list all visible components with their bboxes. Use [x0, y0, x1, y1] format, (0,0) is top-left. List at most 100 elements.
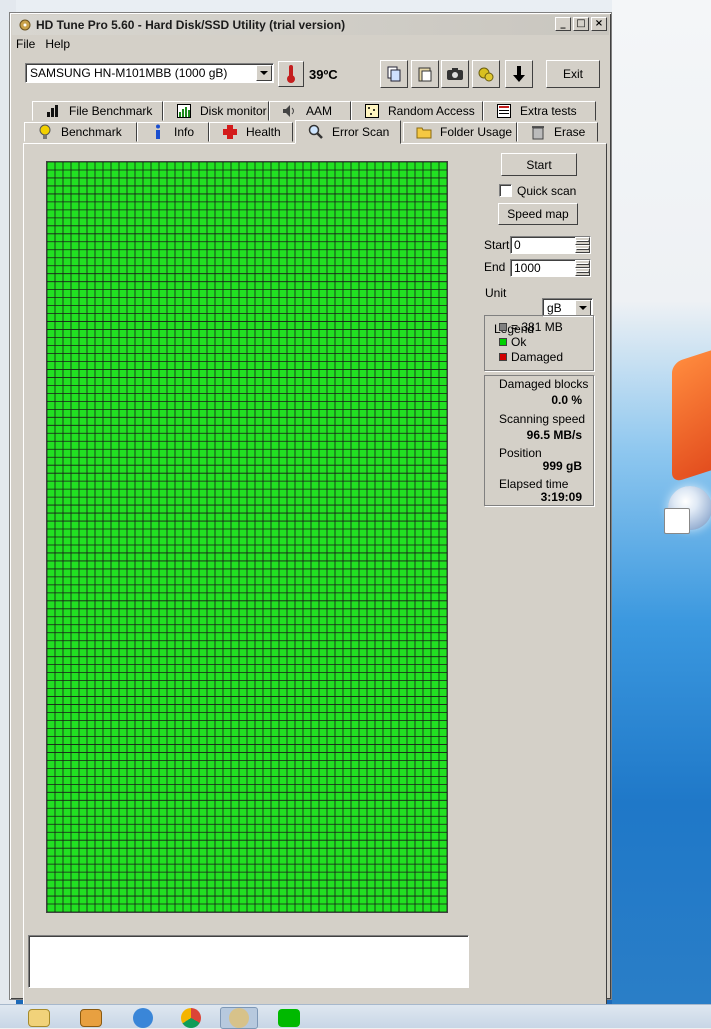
- position-value: 999 gB: [542, 459, 582, 473]
- chevron-down-icon[interactable]: [575, 300, 591, 316]
- tab-info[interactable]: Info: [137, 122, 209, 142]
- elapsed-time-label: Elapsed time: [499, 477, 569, 491]
- internet-explorer-icon[interactable]: [124, 1007, 162, 1029]
- start-spinbox[interactable]: 0: [510, 236, 591, 254]
- gear-icon: [478, 67, 494, 82]
- scan-map: [46, 161, 448, 913]
- close-button[interactable]: ×: [591, 17, 607, 31]
- legend-ok-label: Ok: [511, 335, 527, 349]
- title-bar[interactable]: HD Tune Pro 5.60 - Hard Disk/SSD Utility…: [12, 15, 609, 35]
- end-value: 1000: [514, 261, 541, 275]
- tab-label: Benchmark: [61, 125, 122, 139]
- tab-label: Erase: [554, 125, 586, 139]
- lightbulb-icon: [37, 124, 53, 140]
- save-button[interactable]: [505, 60, 533, 88]
- tab-disk-monitor[interactable]: Disk monitor: [163, 101, 269, 121]
- temperature-button[interactable]: [278, 61, 304, 87]
- hdtune-icon[interactable]: [220, 1007, 258, 1029]
- chevron-down-icon[interactable]: [256, 65, 272, 81]
- menu-file[interactable]: File: [16, 37, 35, 55]
- damaged-blocks-label: Damaged blocks: [499, 377, 589, 391]
- maximize-button[interactable]: □: [573, 17, 589, 31]
- legend-block-size: = 381 MB: [511, 320, 563, 334]
- info-icon: [150, 124, 166, 140]
- start-button[interactable]: Start: [501, 153, 577, 176]
- media-player-icon[interactable]: [72, 1007, 110, 1029]
- exit-button[interactable]: Exit: [546, 60, 600, 88]
- explorer-icon[interactable]: [20, 1007, 58, 1029]
- arrow-down-icon: [513, 66, 525, 82]
- disk-monitor-icon: [176, 103, 192, 119]
- tab-label: Folder Usage: [440, 125, 513, 139]
- drive-select[interactable]: SAMSUNG HN-M101MBB (1000 gB): [25, 63, 274, 83]
- app-icon: [19, 19, 31, 31]
- legend-damaged-swatch: [499, 353, 507, 361]
- tab-label: Info: [174, 125, 195, 139]
- tab-label: AAM: [306, 104, 333, 118]
- tab-health[interactable]: Health: [209, 122, 293, 142]
- extra-tests-icon: [496, 103, 512, 119]
- magnifier-icon: [308, 124, 324, 140]
- tab-file-benchmark[interactable]: File Benchmark: [32, 101, 163, 121]
- unit-label: Unit: [485, 286, 507, 300]
- chrome-icon[interactable]: [172, 1007, 210, 1029]
- drive-select-value: SAMSUNG HN-M101MBB (1000 gB): [30, 66, 228, 80]
- start-field-label: Start: [484, 238, 510, 252]
- tab-aam[interactable]: AAM: [269, 101, 351, 121]
- copy-icon: [387, 66, 401, 82]
- tab-benchmark[interactable]: Benchmark: [24, 122, 137, 142]
- start-value: 0: [514, 238, 521, 252]
- random-access-icon: [364, 103, 380, 119]
- end-spinbox[interactable]: 1000: [510, 259, 591, 277]
- tab-label: File Benchmark: [69, 104, 153, 118]
- log-output[interactable]: [28, 935, 469, 988]
- tab-folder-usage[interactable]: Folder Usage: [403, 122, 517, 142]
- tab-random-access[interactable]: Random Access: [351, 101, 483, 121]
- legend-block-swatch: [499, 323, 507, 331]
- spin-up-icon[interactable]: [575, 237, 590, 245]
- speed-map-button[interactable]: Speed map: [498, 203, 578, 225]
- file-benchmark-icon: [45, 103, 61, 119]
- minimize-button[interactable]: _: [555, 17, 571, 31]
- tab-label: Random Access: [388, 104, 475, 118]
- tab-error-scan[interactable]: Error Scan: [295, 120, 401, 144]
- elapsed-time-value: 3:19:09: [540, 490, 582, 504]
- spin-down-icon[interactable]: [575, 245, 590, 253]
- windows-logo-flag: [672, 337, 711, 483]
- tab-label: Disk monitor: [200, 104, 267, 118]
- desktop-right-area: [612, 0, 711, 1004]
- copy-info-button[interactable]: [380, 60, 408, 88]
- damaged-blocks-value: 0.0 %: [551, 393, 582, 407]
- spin-down-icon[interactable]: [575, 268, 590, 276]
- camera-icon: [447, 68, 463, 80]
- copy-all-button[interactable]: [411, 60, 439, 88]
- clipboard-icon: [418, 67, 432, 82]
- tab-erase[interactable]: Erase: [517, 122, 598, 142]
- temperature-value: 39ºC: [309, 67, 338, 82]
- tab-label: Extra tests: [520, 104, 577, 118]
- spin-up-icon[interactable]: [575, 260, 590, 268]
- trash-icon: [530, 124, 546, 140]
- folder-icon: [416, 124, 432, 140]
- tab-label: Error Scan: [332, 125, 390, 139]
- menu-bar: File Help: [16, 37, 70, 55]
- taskbar: [0, 1004, 711, 1029]
- scan-block-grid: [47, 162, 447, 912]
- screenshot-button[interactable]: [441, 60, 469, 88]
- unit-value: gB: [547, 301, 562, 315]
- tab-extra-tests[interactable]: Extra tests: [483, 101, 596, 121]
- desktop-shortcut-icon[interactable]: [664, 508, 690, 534]
- options-button[interactable]: [472, 60, 500, 88]
- menu-help[interactable]: Help: [45, 37, 70, 55]
- line-icon[interactable]: [270, 1007, 308, 1029]
- end-field-label: End: [484, 260, 506, 274]
- scanning-speed-label: Scanning speed: [499, 412, 586, 426]
- quick-scan-checkbox[interactable]: [499, 184, 512, 197]
- position-label: Position: [499, 446, 542, 460]
- speaker-icon: [282, 103, 298, 119]
- legend-damaged-label: Damaged: [511, 350, 564, 364]
- hdtune-window: HD Tune Pro 5.60 - Hard Disk/SSD Utility…: [9, 12, 612, 1008]
- scanning-speed-value: 96.5 MB/s: [526, 428, 582, 442]
- thermometer-icon: [287, 65, 295, 83]
- legend-ok-swatch: [499, 338, 507, 346]
